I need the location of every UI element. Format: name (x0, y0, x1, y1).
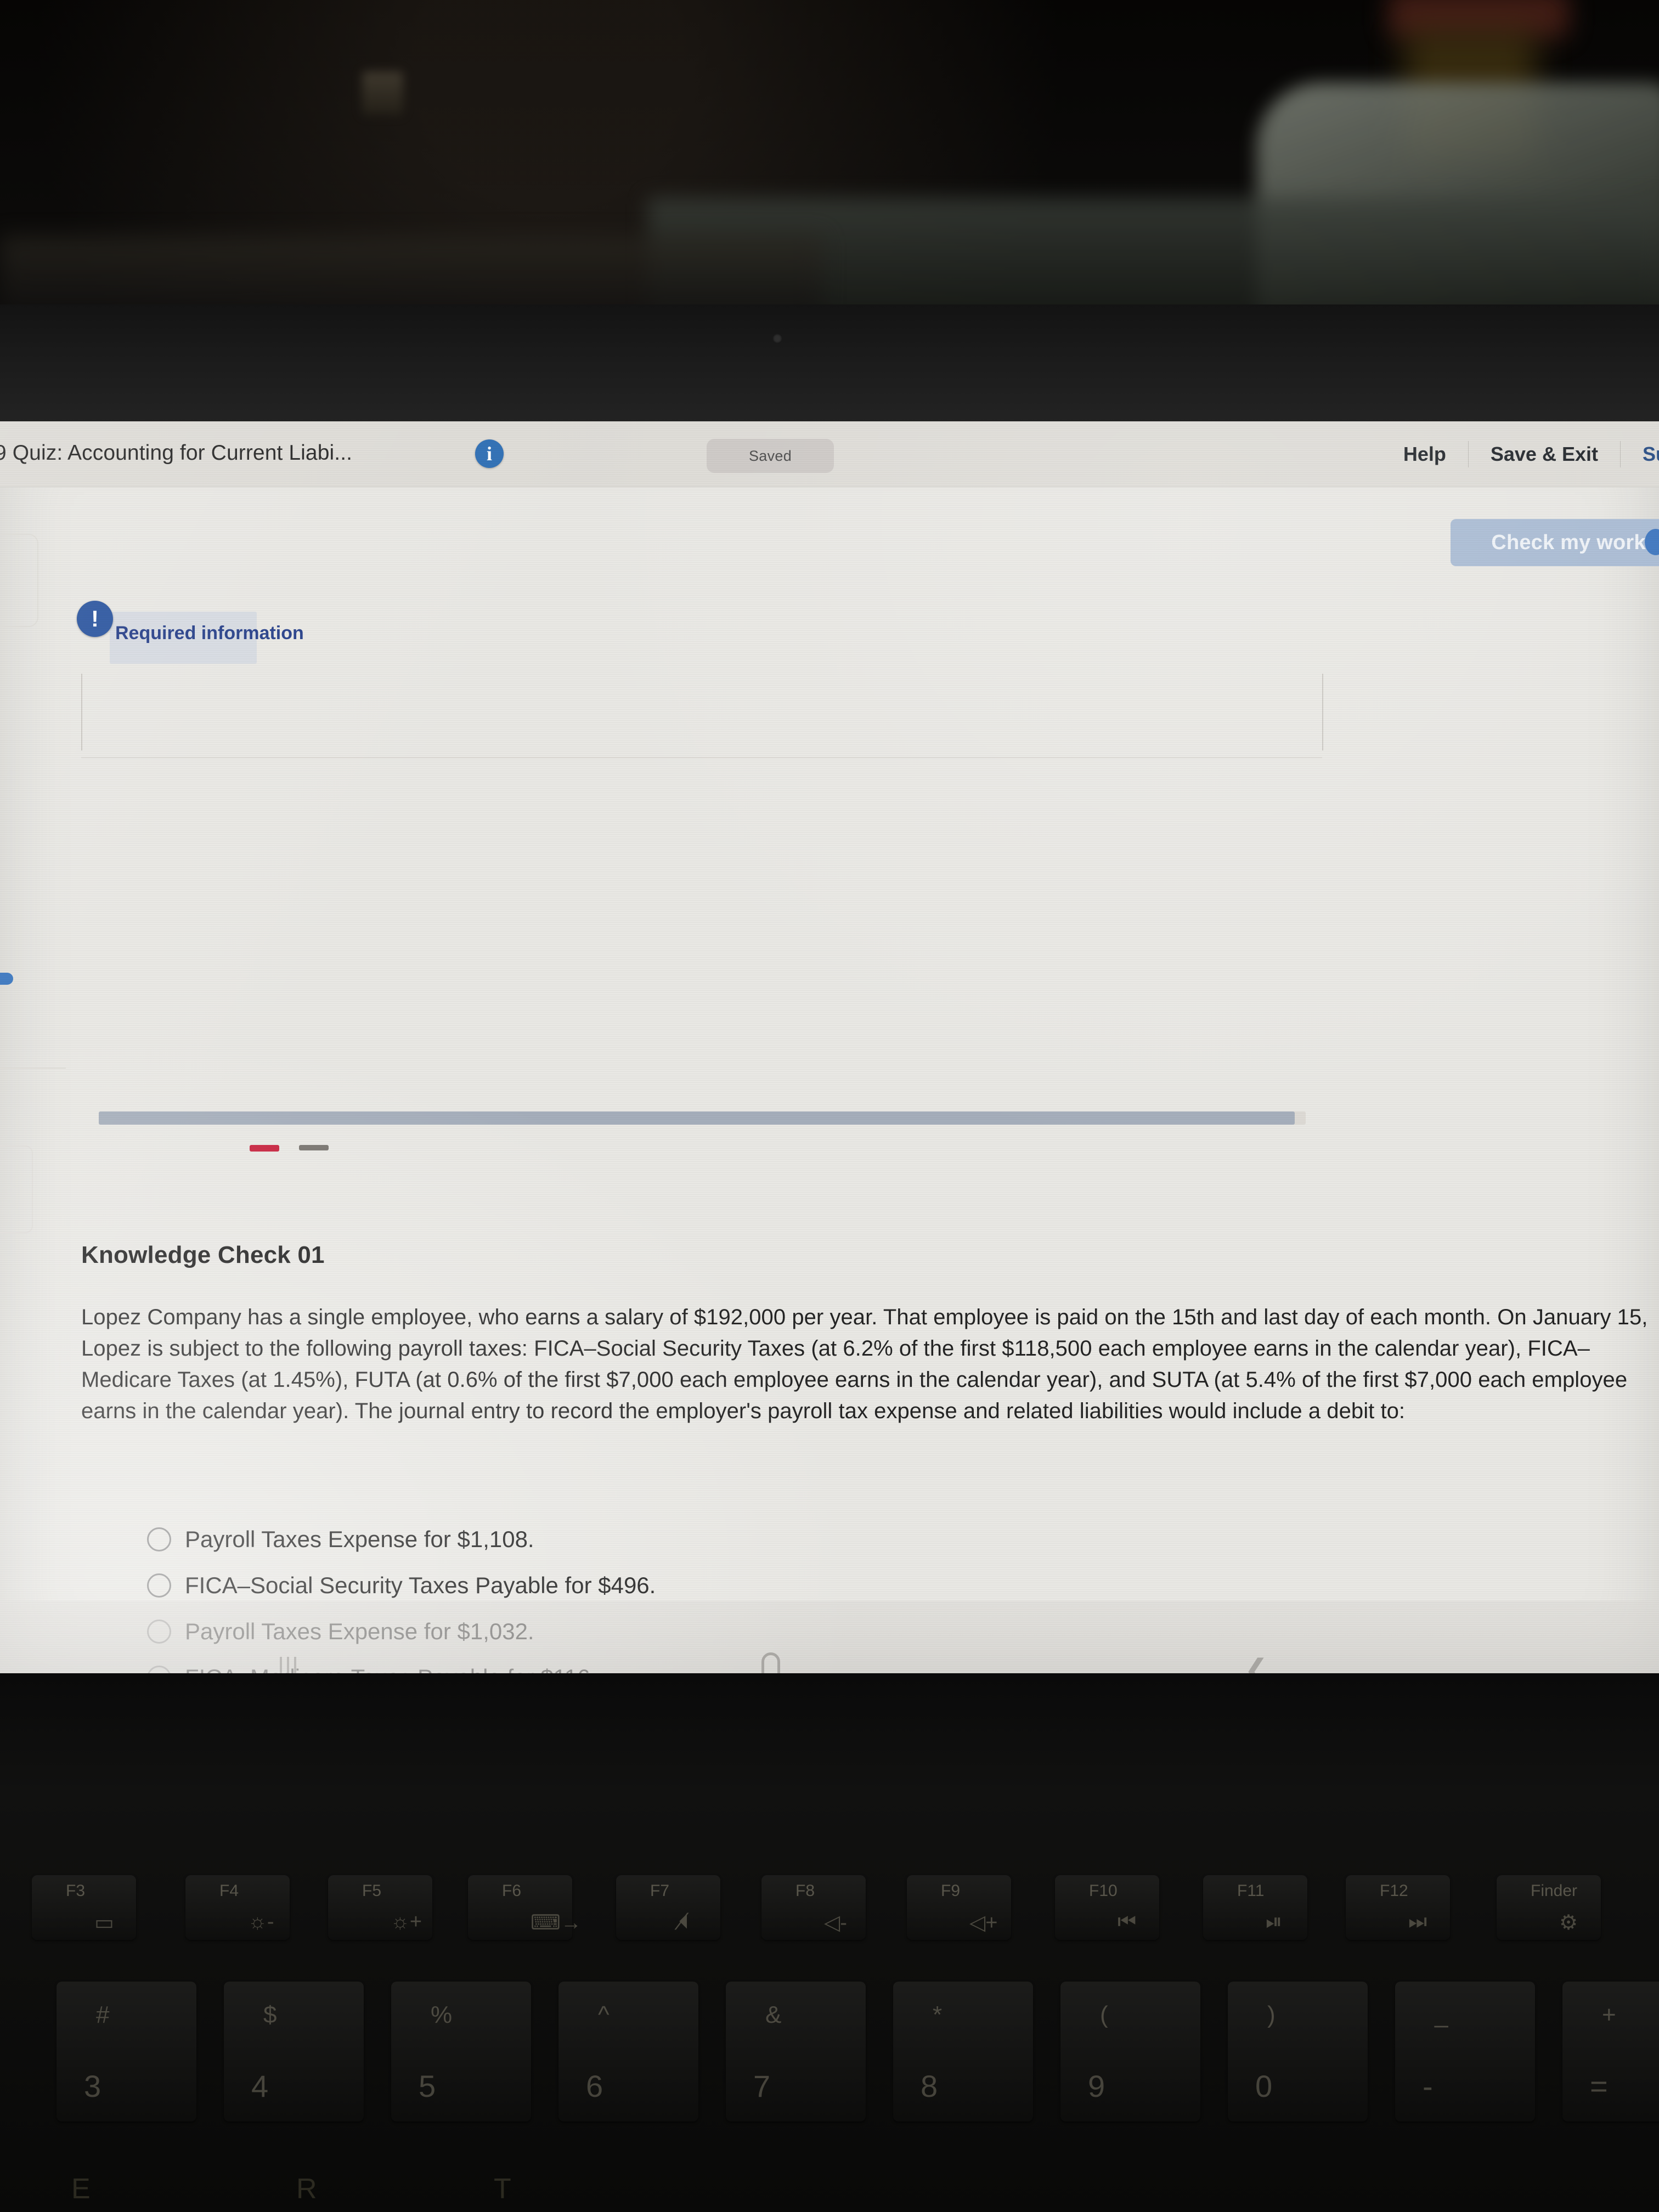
room-light-patch (362, 71, 403, 115)
key-digit-0: 0 (1255, 2069, 1273, 2103)
card-right-rule (1322, 674, 1323, 751)
quiz-app-bar: 9 Quiz: Accounting for Current Liabi... … (0, 421, 1659, 487)
key-shift-symbol-9: ( (1100, 2001, 1108, 2028)
photograph-of-laptop: 9 Quiz: Accounting for Current Liabi... … (0, 0, 1659, 2212)
answer-option-label: FICA–Social Security Taxes Payable for $… (185, 1572, 656, 1598)
required-information-label: Required information (115, 623, 304, 644)
quiz-title: 9 Quiz: Accounting for Current Liabi... (0, 441, 353, 465)
key-digit-4: 4 (251, 2069, 269, 2103)
key--[interactable] (1395, 1982, 1535, 2121)
key-label-f7: F7 (650, 1882, 670, 1900)
offscreen-panel-bottom (0, 1146, 33, 1233)
key-3[interactable] (57, 1982, 196, 2121)
progress-bar (99, 1111, 1295, 1125)
key-glyph-f7-icon: ⏴̸ (679, 1910, 690, 1933)
laptop-top-bezel (0, 304, 1659, 422)
key-digit-5: 5 (419, 2069, 436, 2103)
key-4[interactable] (224, 1982, 364, 2121)
key-t[interactable]: T (494, 2172, 511, 2205)
radio-button-icon[interactable] (147, 1527, 171, 1551)
key-shift-symbol-8: * (933, 2001, 943, 2028)
key-shift-symbol--: _ (1435, 2001, 1448, 2028)
key-glyph-f10-icon: ⏮ (1118, 1910, 1137, 1933)
key-glyph-f3-icon: ▭ (94, 1911, 114, 1934)
key-label-f3: F3 (66, 1882, 86, 1900)
appbar-actions: Help Save & Exit Submi (1381, 421, 1659, 487)
key-label-f4: F4 (219, 1882, 239, 1900)
info-icon[interactable]: i (475, 439, 504, 468)
answer-option-label: Payroll Taxes Expense for $1,108. (185, 1526, 534, 1552)
gray-marker-dash (299, 1145, 329, 1150)
key-digit-6: 6 (586, 2069, 603, 2103)
offscreen-divider (0, 1068, 66, 1069)
key-e[interactable]: E (71, 2172, 91, 2205)
key-glyph-finder-icon: ⚙ (1559, 1911, 1578, 1934)
key-shift-symbol-0: ) (1267, 2001, 1276, 2028)
key-shift-symbol-4: $ (263, 2001, 277, 2028)
exclamation-icon: ! (77, 601, 113, 637)
key-glyph-f8-icon: ◁- (824, 1911, 847, 1934)
key-digit-3: 3 (84, 2069, 101, 2103)
key-8[interactable] (893, 1982, 1033, 2121)
help-button[interactable]: Help (1381, 437, 1468, 471)
red-marker-dash (250, 1145, 279, 1152)
question-body-text: Lopez Company has a single employee, who… (81, 1305, 1648, 1423)
key-label-f9: F9 (941, 1882, 961, 1900)
webcam-icon (772, 334, 782, 343)
card-left-rule (81, 674, 82, 751)
key-5[interactable] (391, 1982, 531, 2121)
key-shift-symbol-5: % (431, 2001, 453, 2028)
key-label-finder: Finder (1531, 1882, 1578, 1900)
key-digit-7: 7 (753, 2069, 771, 2103)
submit-button[interactable]: Submi (1621, 437, 1659, 471)
offscreen-blue-tab[interactable] (0, 973, 13, 985)
key-glyph-f5-icon: ☼+ (391, 1910, 422, 1933)
key-glyph-f6-icon: ⌨→ (531, 1911, 582, 1934)
check-my-work-button[interactable]: Check my work (1451, 519, 1659, 566)
key-label-f11: F11 (1237, 1882, 1265, 1900)
key-digit-=: = (1590, 2069, 1608, 2103)
key-r[interactable]: R (296, 2172, 317, 2205)
key-label-f8: F8 (795, 1882, 815, 1900)
key-glyph-f4-icon: ☼- (248, 1910, 274, 1933)
key-6[interactable] (558, 1982, 698, 2121)
saved-status-badge: Saved (707, 439, 834, 473)
dark-room-background (0, 0, 1659, 324)
key-glyph-f12-icon: ⏭ (1408, 1910, 1427, 1933)
key-label-f12: F12 (1380, 1882, 1408, 1900)
key-shift-symbol-3: # (96, 2001, 110, 2028)
question-heading: Knowledge Check 01 (81, 1242, 325, 1268)
key-9[interactable] (1060, 1982, 1200, 2121)
key-shift-symbol-6: ^ (598, 2001, 610, 2028)
key-digit-8: 8 (921, 2069, 938, 2103)
key-label-f10: F10 (1089, 1882, 1118, 1900)
key-digit-9: 9 (1088, 2069, 1105, 2103)
radio-button-icon[interactable] (147, 1573, 171, 1598)
laptop-screen: 9 Quiz: Accounting for Current Liabi... … (0, 421, 1659, 1673)
key-7[interactable] (726, 1982, 866, 2121)
key-shift-symbol-7: & (765, 2001, 782, 2028)
answer-option[interactable]: Payroll Taxes Expense for $1,108. (147, 1525, 656, 1560)
key-label-f6: F6 (502, 1882, 522, 1900)
offscreen-panel-top (0, 534, 38, 627)
browser-toolbar (0, 1601, 1659, 1673)
key-0[interactable] (1228, 1982, 1368, 2121)
key-glyph-f9-icon: ◁+ (969, 1911, 998, 1934)
card-divider (81, 757, 1322, 758)
save-and-exit-button[interactable]: Save & Exit (1469, 437, 1620, 471)
key-digit--: - (1423, 2069, 1433, 2103)
laptop-keyboard-deck (0, 1673, 1659, 2212)
key-glyph-f11-icon: ⏯ (1266, 1910, 1283, 1933)
key-label-f5: F5 (362, 1882, 382, 1900)
key-shift-symbol-=: + (1602, 2001, 1616, 2028)
